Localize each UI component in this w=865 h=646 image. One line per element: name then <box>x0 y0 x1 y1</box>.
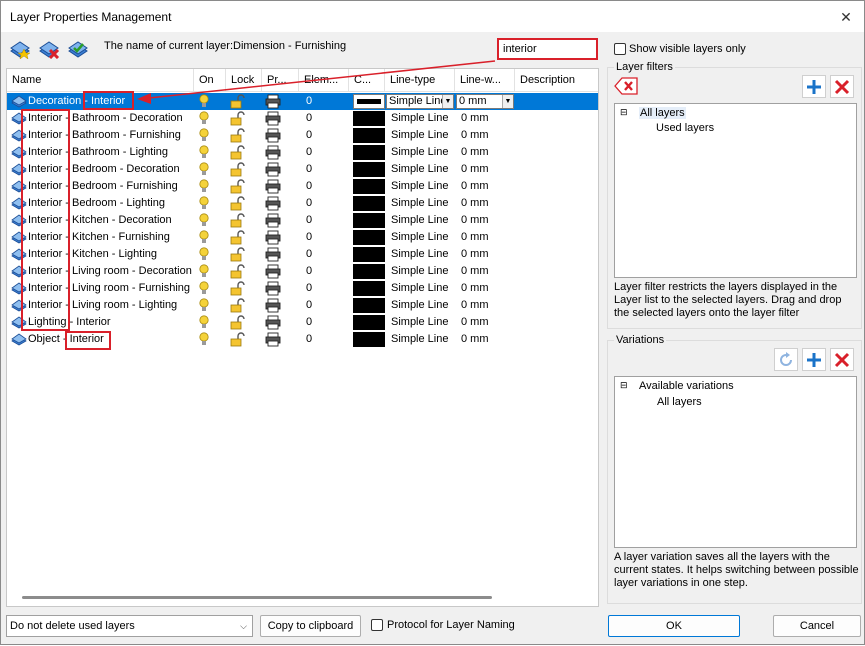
plus-icon <box>807 79 821 94</box>
remove-filter-button[interactable] <box>614 76 638 96</box>
clear-filter-icon <box>614 77 638 95</box>
plus-icon <box>807 352 821 367</box>
protocol-checkbox[interactable] <box>371 619 383 631</box>
tree-item-all-layers-variation[interactable]: All layers <box>657 396 702 408</box>
delete-filter-button[interactable] <box>830 75 854 98</box>
variations-group: Variations ⊟ Available variations All la… <box>607 334 862 604</box>
delete-icon <box>834 79 850 94</box>
tree-item-used-layers[interactable]: Used layers <box>656 122 714 134</box>
variations-help-text: A layer variation saves all the layers w… <box>614 551 859 589</box>
refresh-icon <box>780 351 792 366</box>
show-visible-label: Show visible layers only <box>629 43 746 55</box>
delete-icon <box>834 352 850 367</box>
chevron-down-icon: ⌵ <box>240 621 247 631</box>
variations-title: Variations <box>614 334 667 346</box>
show-visible-checkbox[interactable] <box>614 43 626 55</box>
filter-help-text: Layer filter restricts the layers displa… <box>614 281 842 319</box>
show-visible-option[interactable]: Show visible layers only <box>614 43 746 55</box>
variations-tree: ⊟ Available variations All layers <box>614 376 857 548</box>
delete-variation-button[interactable] <box>830 348 854 371</box>
tree-item-available-variations[interactable]: Available variations <box>639 380 734 392</box>
cancel-button[interactable]: Cancel <box>773 615 861 637</box>
delete-option-select[interactable]: Do not delete used layers ⌵ <box>6 615 253 637</box>
filter-tree: ⊟ All layers Used layers <box>614 103 857 278</box>
protocol-label: Protocol for Layer Naming <box>387 619 515 631</box>
tree-item-all-layers[interactable]: All layers <box>639 107 686 119</box>
refresh-variation-button[interactable] <box>774 348 798 371</box>
delete-option-value: Do not delete used layers <box>10 620 135 632</box>
ok-button[interactable]: OK <box>608 615 740 637</box>
add-filter-button[interactable] <box>802 75 826 98</box>
add-variation-button[interactable] <box>802 348 826 371</box>
layer-properties-window: Layer Properties Management ✕ The name o… <box>0 0 865 645</box>
layer-filters-group: Layer filters ⊟ All layers Used layers L… <box>607 61 862 329</box>
collapse-icon[interactable]: ⊟ <box>620 380 628 391</box>
collapse-icon[interactable]: ⊟ <box>620 107 628 118</box>
layer-filters-title: Layer filters <box>614 61 675 73</box>
copy-to-clipboard-button[interactable]: Copy to clipboard <box>260 615 361 637</box>
protocol-option[interactable]: Protocol for Layer Naming <box>371 619 515 631</box>
